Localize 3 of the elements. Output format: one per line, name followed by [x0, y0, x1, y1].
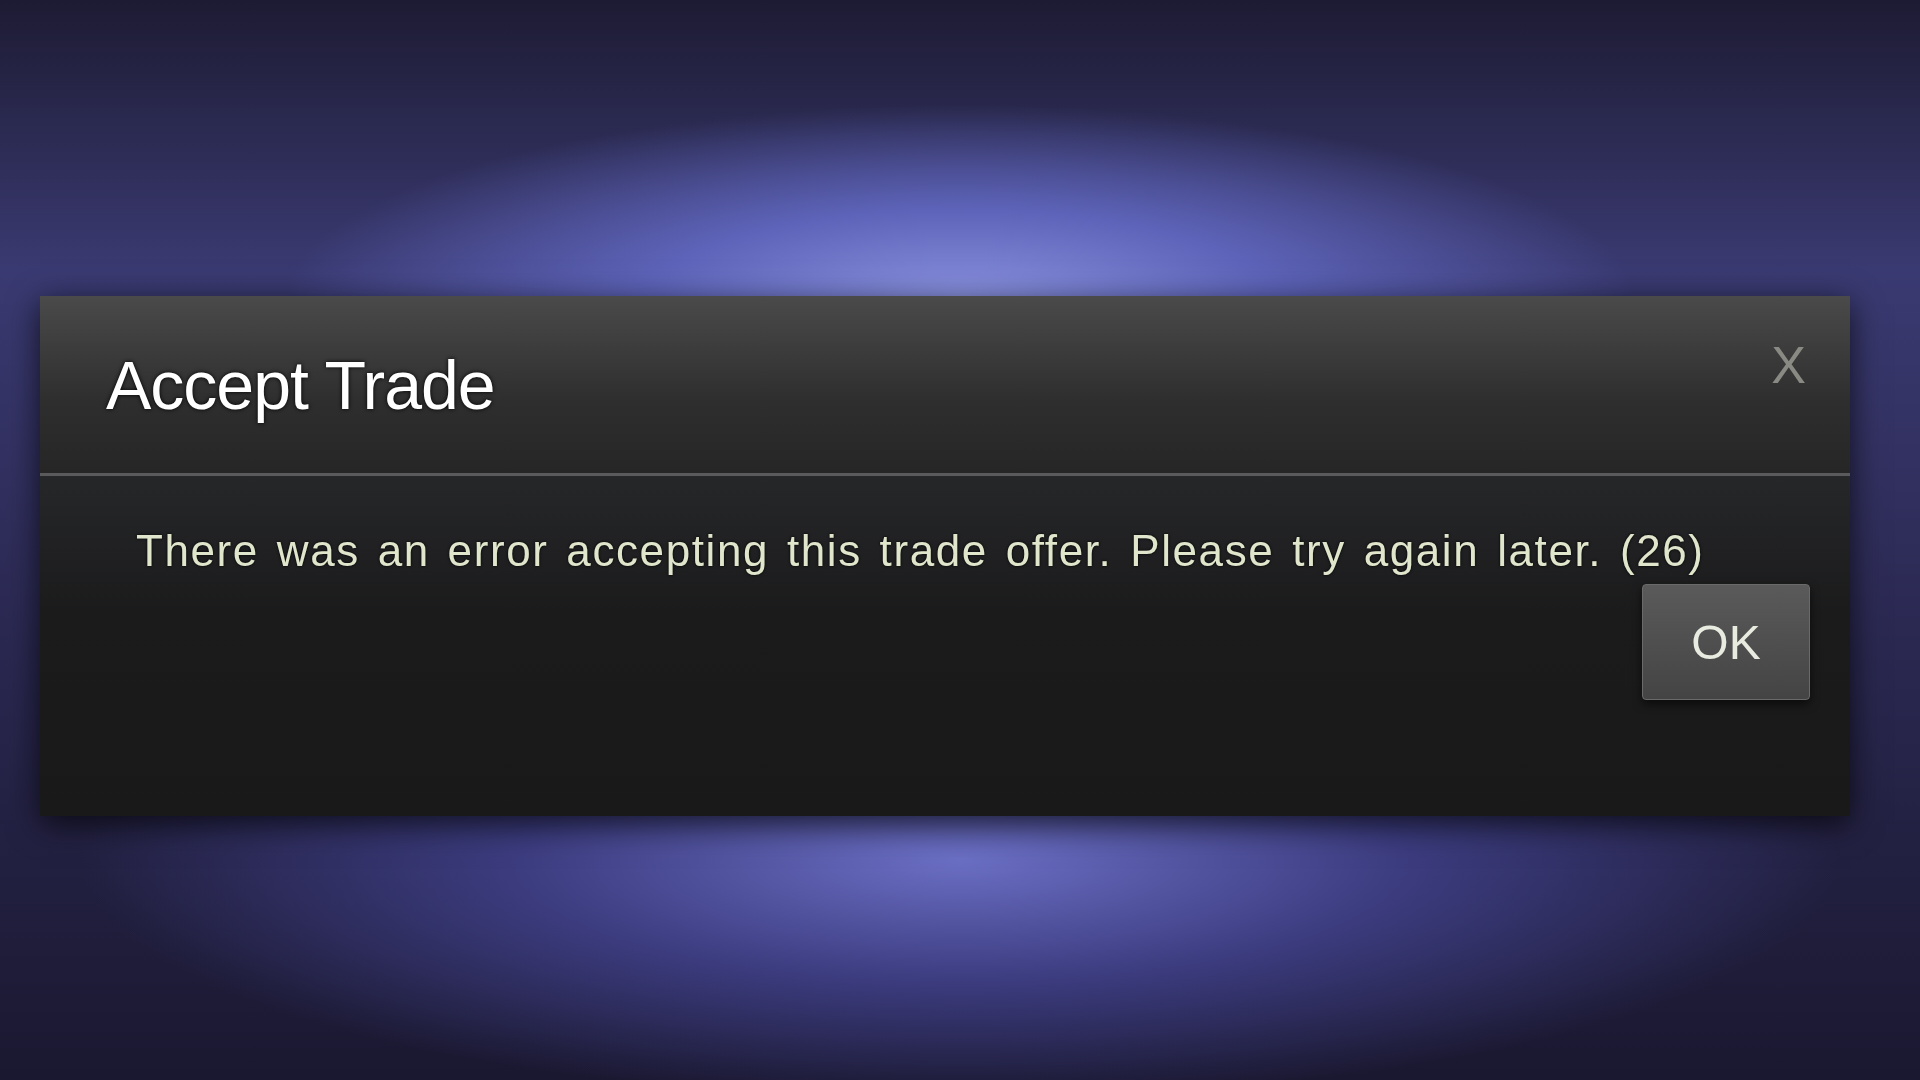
ok-button[interactable]: OK [1642, 584, 1810, 700]
error-message: There was an error accepting this trade offer. Please try again later. (26) [136, 526, 1706, 576]
dialog-title: Accept Trade [106, 345, 495, 424]
